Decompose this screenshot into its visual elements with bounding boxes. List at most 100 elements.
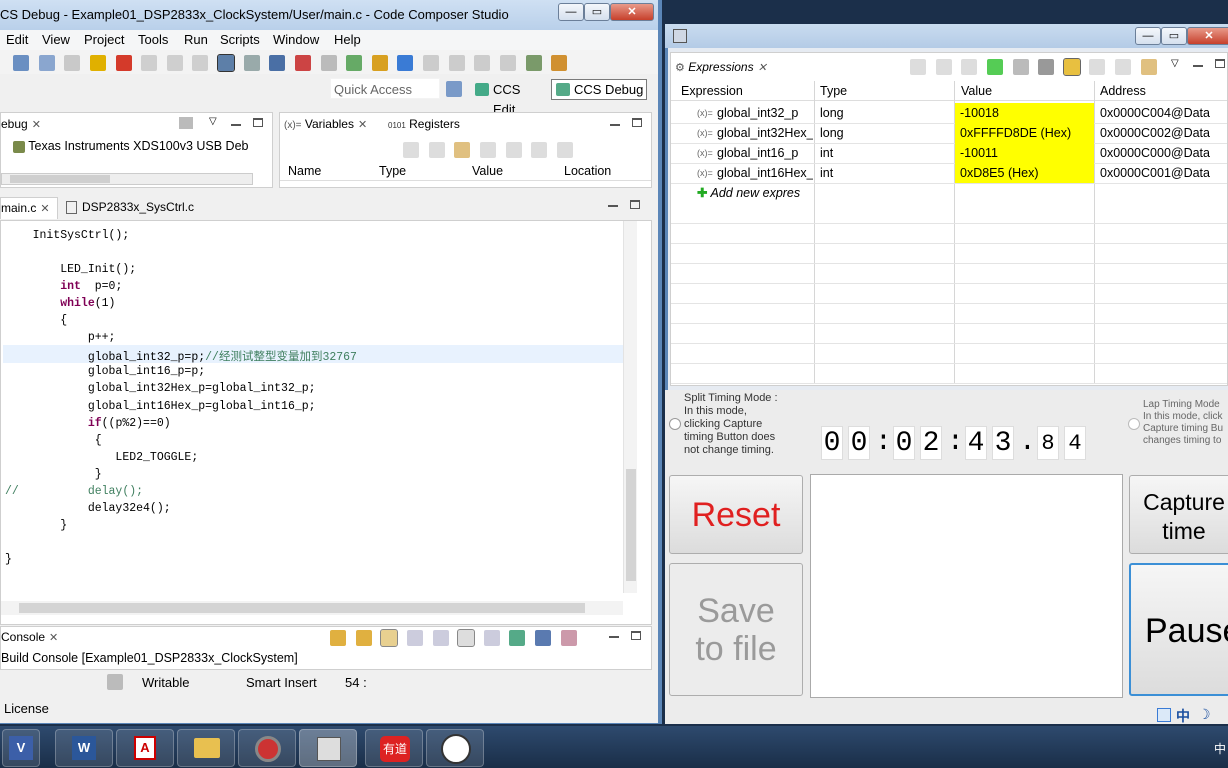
maximize-button[interactable]: ▭ (584, 3, 610, 21)
clear-console-icon[interactable] (483, 629, 500, 646)
menu-window[interactable]: Window (273, 32, 319, 47)
save-icon[interactable] (13, 54, 29, 71)
suspend-icon[interactable] (89, 54, 106, 71)
close-button[interactable]: ✕ (1187, 27, 1228, 45)
step-over-icon[interactable] (166, 54, 183, 71)
refresh-icon[interactable] (1140, 58, 1157, 75)
scroll-thumb[interactable] (626, 469, 636, 581)
scroll-thumb[interactable] (10, 175, 110, 183)
column-type[interactable]: Type (379, 161, 406, 181)
expression-row[interactable]: (x)= global_int32Hex_ long 0xFFFFD8DE (Hex)… (671, 123, 1227, 143)
minimize-view-icon[interactable] (609, 636, 619, 638)
remove-icon[interactable] (479, 141, 496, 158)
taskbar-cube-icon[interactable] (299, 729, 357, 767)
search-icon[interactable] (499, 54, 516, 71)
history-icon[interactable] (423, 54, 439, 71)
save-to-file-button[interactable]: Save to file (669, 563, 803, 696)
word-wrap-icon[interactable] (457, 628, 476, 647)
continuous-refresh-icon[interactable] (1062, 57, 1081, 76)
minimize-button[interactable]: — (558, 3, 584, 21)
capture-log-area[interactable] (810, 474, 1123, 698)
step-into-icon[interactable] (141, 54, 158, 71)
add-new-expression[interactable]: ✚ Add new expres (697, 183, 800, 203)
expression-value[interactable]: 0xD8E5 (Hex) (955, 163, 1094, 183)
vertical-scrollbar[interactable] (623, 221, 637, 593)
capture-time-button[interactable]: Capture time (1129, 475, 1228, 554)
restart-icon[interactable] (346, 54, 363, 71)
horizontal-scrollbar[interactable] (1, 601, 623, 615)
expression-row[interactable]: (x)= global_int16Hex_ int 0xD8E5 (Hex) 0x000… (671, 163, 1227, 183)
expand-icon[interactable] (935, 58, 952, 75)
expression-row[interactable]: (x)= global_int32_p long -10018 0x0000C004@D… (671, 103, 1227, 123)
refresh-icon[interactable] (454, 141, 471, 158)
open-console-icon[interactable] (560, 629, 577, 646)
menu-view[interactable]: View (42, 32, 70, 47)
moon-icon[interactable]: ☽ (1198, 706, 1211, 723)
expression-value[interactable]: 0xFFFFD8DE (Hex) (955, 123, 1094, 143)
taskbar-ccs-icon[interactable] (238, 729, 296, 767)
lap-mode-radio[interactable] (1128, 418, 1140, 430)
close-icon[interactable]: ✕ (40, 203, 49, 215)
import-icon[interactable] (1089, 58, 1106, 75)
tab-expressions[interactable]: ⚙ Expressions ✕ (675, 57, 793, 78)
load-program-icon[interactable] (269, 54, 286, 71)
column-name[interactable]: Name (288, 161, 321, 181)
menu-run[interactable]: Run (184, 32, 208, 47)
remove-all-icon[interactable] (505, 141, 522, 158)
expression-value[interactable]: -10011 (955, 143, 1094, 163)
run-to-line-icon[interactable] (448, 54, 465, 71)
column-address[interactable]: Address (1100, 81, 1146, 101)
paste-icon[interactable] (432, 629, 449, 646)
tab-console[interactable]: Console ✕ (1, 627, 61, 648)
resume-icon[interactable] (64, 54, 81, 71)
pin-icon[interactable] (531, 141, 548, 158)
connect-icon[interactable] (397, 54, 414, 71)
close-icon[interactable]: ✕ (32, 119, 41, 131)
quick-access-field[interactable]: Quick Access (330, 78, 440, 99)
tray-ime[interactable]: 中 (1214, 740, 1226, 757)
tab-variables[interactable]: (x)= Variables ✕ (284, 114, 382, 136)
taskbar-word-icon[interactable]: W (55, 729, 113, 767)
disconnect-icon[interactable] (294, 54, 311, 71)
code-editor[interactable]: InitSysCtrl(); LED_Init(); int p=0; whil… (0, 220, 652, 625)
taskbar-visio-icon[interactable]: V (2, 729, 40, 767)
taskbar-explorer-icon[interactable] (177, 729, 235, 767)
refresh-icon[interactable] (371, 54, 388, 71)
arrow-up-icon[interactable] (355, 629, 372, 646)
expand-icon[interactable] (428, 141, 445, 158)
close-icon[interactable]: ✕ (49, 632, 58, 644)
close-icon[interactable]: ✕ (758, 62, 767, 74)
pen-icon[interactable] (551, 54, 568, 71)
link-icon[interactable] (380, 628, 399, 647)
remove-icon[interactable] (1012, 58, 1029, 75)
open-perspective-icon[interactable] (446, 81, 462, 97)
collapse-icon[interactable] (403, 141, 419, 158)
maximize-view-icon[interactable] (632, 118, 642, 127)
tab-registers[interactable]: 0101 Registers (388, 114, 468, 136)
column-expression[interactable]: Expression (681, 81, 743, 101)
reset-button[interactable]: Reset (669, 475, 803, 554)
split-mode-radio[interactable] (669, 418, 681, 430)
terminate-icon[interactable] (115, 54, 132, 71)
minimize-view-icon[interactable] (608, 205, 618, 207)
debug-mode-icon[interactable] (217, 53, 235, 72)
minimize-view-icon[interactable] (610, 124, 620, 126)
maximize-view-icon[interactable] (1215, 59, 1225, 68)
asm-step-icon[interactable] (474, 54, 491, 71)
expression-value[interactable]: -10018 (955, 103, 1094, 123)
column-value[interactable]: Value (472, 161, 503, 181)
debug-target-item[interactable]: Texas Instruments XDS100v3 USB Deb (13, 137, 261, 155)
perspective-ccs-edit[interactable]: CCS Edit (470, 79, 546, 117)
pin-console-icon[interactable] (509, 629, 526, 646)
collapse-icon[interactable] (910, 58, 926, 75)
column-value[interactable]: Value (961, 81, 992, 101)
view-menu-icon[interactable]: ▽ (209, 116, 217, 127)
expand-icon[interactable] (1157, 708, 1171, 722)
minimize-button[interactable]: — (1135, 27, 1161, 45)
export-icon[interactable] (1115, 58, 1131, 75)
close-button[interactable]: ✕ (610, 3, 654, 21)
menu-edit[interactable]: Edit (6, 32, 28, 47)
tab-sysctrl-c[interactable]: DSP2833x_SysCtrl.c (66, 197, 196, 217)
column-location[interactable]: Location (564, 161, 611, 181)
horizontal-scrollbar[interactable] (1, 173, 253, 185)
